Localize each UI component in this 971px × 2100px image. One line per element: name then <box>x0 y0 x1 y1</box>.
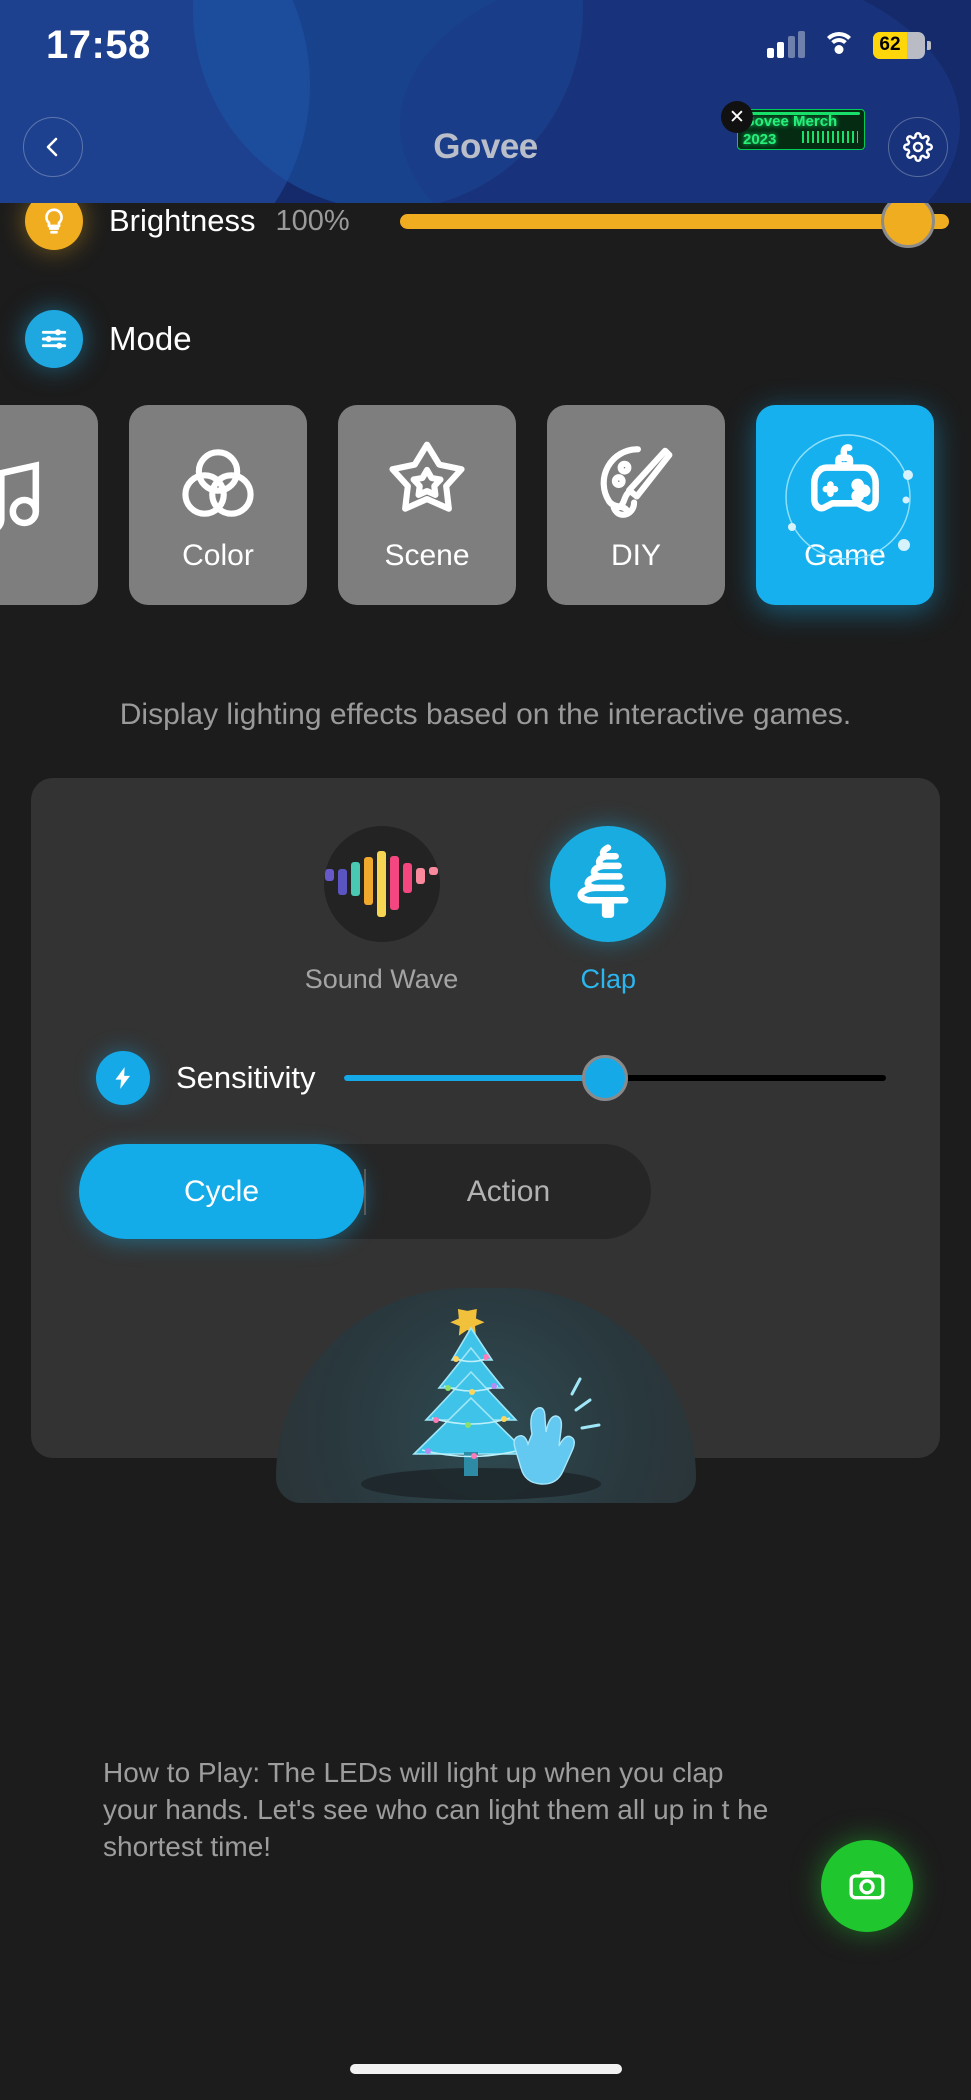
sensitivity-label: Sensitivity <box>176 1060 316 1095</box>
sensitivity-slider-knob[interactable] <box>582 1055 629 1101</box>
mode-row: Mode <box>25 310 192 368</box>
how-to-play-text: How to Play: The LEDs will light up when… <box>103 1757 769 1862</box>
promo-banner[interactable]: Govee Merch 2023 <box>737 109 865 150</box>
mode-tab-label: Color <box>182 539 254 572</box>
color-circles-icon <box>172 437 264 529</box>
music-note-icon <box>0 454 55 546</box>
mode-tab-label: Scene <box>384 539 470 572</box>
illustration-art <box>360 1309 601 1500</box>
sensitivity-row[interactable]: Sensitivity <box>96 1048 886 1108</box>
battery-fill: 62 <box>873 31 907 59</box>
promo-close-button[interactable]: ✕ <box>721 101 753 133</box>
status-icons: 62 <box>766 31 931 59</box>
mode-tab-diy[interactable]: DIY <box>547 405 725 605</box>
game-panel: Sound Wave Clap Sensitivity Cycle Action <box>31 778 940 1503</box>
segment-action[interactable]: Action <box>366 1144 651 1239</box>
mode-tab-label: Game <box>804 539 886 572</box>
camera-icon <box>849 1871 885 1900</box>
mode-tab-color[interactable]: Color <box>129 405 307 605</box>
scroll-body: Brightness 100% Mode Color Scene DIY Gam… <box>0 0 971 2100</box>
sliders-icon <box>25 310 83 368</box>
gamepad-icon <box>799 437 891 529</box>
nav-bar: Govee Govee Merch 2023 ✕ <box>0 90 971 203</box>
app-screen: Brightness 100% Mode Color Scene DIY Gam… <box>0 0 971 2100</box>
mode-label: Mode <box>109 320 192 357</box>
mode-tab-scene[interactable]: Scene <box>338 405 516 605</box>
back-button[interactable] <box>23 116 83 177</box>
mode-tab-game[interactable]: Game <box>756 405 934 605</box>
gear-icon <box>903 131 933 162</box>
battery-icon: 62 <box>873 31 931 59</box>
battery-percent: 62 <box>879 34 901 55</box>
game-choice-sound-wave[interactable]: Sound Wave <box>304 826 459 995</box>
brand-logo: Govee <box>433 126 538 166</box>
game-choice-clap[interactable]: Clap <box>550 826 667 995</box>
promo-line1: Govee Merch <box>743 113 838 130</box>
status-bar: 17:58 62 <box>0 0 971 90</box>
game-choice-row[interactable]: Sound Wave Clap <box>31 826 940 995</box>
palette-brush-icon <box>590 437 682 529</box>
home-indicator <box>349 2064 622 2074</box>
brightness-slider[interactable] <box>400 194 949 248</box>
status-clock: 17:58 <box>46 22 151 67</box>
sensitivity-slider-fill <box>344 1075 605 1081</box>
game-choice-label: Sound Wave <box>304 964 459 994</box>
christmas-tree-icon <box>550 826 667 942</box>
mode-tab-music[interactable] <box>0 405 98 605</box>
lightning-bolt-icon <box>96 1051 150 1105</box>
brightness-label: Brightness <box>109 203 256 238</box>
mode-tab-label: DIY <box>610 539 661 572</box>
equalizer-icon <box>323 826 440 942</box>
settings-button[interactable] <box>888 116 948 177</box>
mode-tab-strip[interactable]: Color Scene DIY Game <box>0 405 971 615</box>
wifi-icon <box>822 32 856 58</box>
mode-description: Display lighting effects based on the in… <box>119 698 852 731</box>
camera-fab-button[interactable] <box>821 1840 913 1932</box>
segment-cycle[interactable]: Cycle <box>79 1144 364 1239</box>
christmas-tree-clapping-hands-illustration <box>275 1288 696 1503</box>
promo-decor-bars <box>802 131 858 143</box>
equalizer-bars <box>325 846 438 922</box>
star-badge-icon <box>381 437 473 529</box>
app-header: 17:58 62 Govee Govee Merch 2023 ✕ <box>0 0 971 203</box>
brightness-value: 100% <box>275 204 350 237</box>
promo-line2: 2023 <box>743 131 777 148</box>
sensitivity-slider[interactable] <box>344 1055 886 1101</box>
chevron-left-icon <box>46 137 58 156</box>
game-choice-label: Clap <box>580 964 637 994</box>
cycle-action-segmented-control[interactable]: Cycle Action <box>79 1144 651 1239</box>
cellular-signal-icon <box>766 31 805 58</box>
